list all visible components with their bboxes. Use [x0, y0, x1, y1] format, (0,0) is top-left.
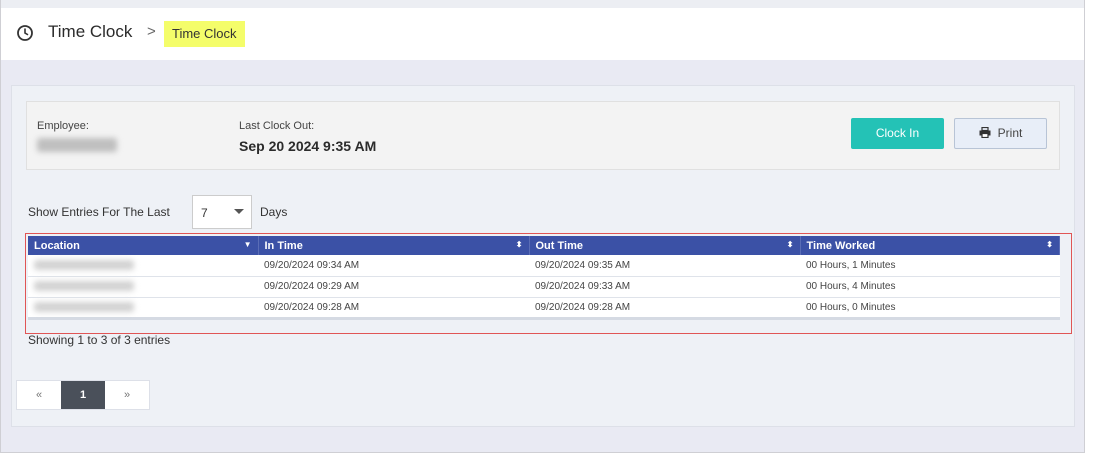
- page-header: Time Clock > Time Clock: [1, 8, 1084, 60]
- location-cell-redacted: [28, 296, 258, 320]
- employee-name-redacted: [37, 138, 117, 152]
- table-header-row: Location ▼ In Time ⬍ Out Time ⬍ Time Worked…: [28, 236, 1060, 255]
- printer-icon: [979, 127, 991, 138]
- print-button-label: Print: [997, 126, 1023, 140]
- location-cell-redacted: [28, 255, 258, 276]
- top-strip: [1, 0, 1084, 8]
- in-time-cell: 09/20/2024 09:28 AM: [258, 296, 529, 320]
- page-title: Time Clock: [48, 22, 133, 41]
- print-button[interactable]: Print: [954, 118, 1047, 149]
- sort-desc-icon: ▼: [243, 240, 252, 249]
- days-select-value: 7: [201, 206, 208, 220]
- sort-icon: ⬍: [786, 240, 794, 249]
- pagination-prev-button[interactable]: «: [17, 381, 61, 409]
- sort-icon: ⬍: [1046, 240, 1053, 249]
- sort-icon: ⬍: [515, 240, 523, 249]
- table-row: 09/20/2024 09:34 AM 09/20/2024 09:35 AM …: [28, 255, 1060, 276]
- column-header-in-time[interactable]: In Time ⬍: [258, 236, 530, 255]
- pagination: « 1 »: [16, 380, 150, 410]
- column-header-time-worked[interactable]: Time Worked ⬍: [800, 236, 1060, 255]
- in-time-cell: 09/20/2024 09:29 AM: [258, 275, 529, 297]
- time-worked-cell: 00 Hours, 1 Minutes: [806, 259, 896, 271]
- days-select[interactable]: 7: [192, 195, 252, 229]
- employee-panel: Employee: Last Clock Out: Sep 20 2024 9:…: [26, 101, 1060, 170]
- time-worked-cell: 00 Hours, 4 Minutes: [800, 275, 1060, 297]
- out-time-cell: 09/20/2024 09:28 AM: [529, 296, 800, 320]
- pagination-next-button[interactable]: »: [105, 381, 149, 409]
- breadcrumb-chevron-icon: >: [147, 23, 156, 40]
- employee-label: Employee:: [37, 120, 89, 132]
- pagination-page-1[interactable]: 1: [61, 381, 105, 409]
- showing-entries-text: Showing 1 to 3 of 3 entries: [28, 333, 171, 347]
- app-frame: Time Clock > Time Clock Employee: Last C…: [0, 0, 1085, 453]
- table-row: 09/20/2024 09:28 AM 09/20/2024 09:28 AM …: [28, 296, 1060, 320]
- time-worked-cell: 00 Hours, 0 Minutes: [800, 296, 1060, 320]
- days-label: Days: [260, 205, 288, 219]
- location-cell-redacted: [28, 275, 258, 297]
- last-clock-out-label: Last Clock Out:: [239, 120, 315, 132]
- in-time-cell: 09/20/2024 09:34 AM: [264, 259, 360, 271]
- clock-in-button[interactable]: Clock In: [851, 118, 944, 149]
- last-clock-out-value: Sep 20 2024 9:35 AM: [239, 138, 377, 154]
- out-time-cell: 09/20/2024 09:33 AM: [529, 275, 800, 297]
- time-entries-table: Location ▼ In Time ⬍ Out Time ⬍ Time Worked…: [28, 236, 1060, 320]
- out-time-cell: 09/20/2024 09:35 AM: [535, 259, 631, 271]
- table-row: 09/20/2024 09:29 AM 09/20/2024 09:33 AM …: [28, 275, 1060, 297]
- breadcrumb-current: Time Clock: [164, 21, 245, 47]
- time-clock-card: Employee: Last Clock Out: Sep 20 2024 9:…: [11, 85, 1075, 427]
- caret-down-icon: [234, 209, 244, 214]
- column-header-out-time[interactable]: Out Time ⬍: [529, 236, 801, 255]
- show-entries-label: Show Entries For The Last: [28, 205, 170, 219]
- column-header-location[interactable]: Location ▼: [28, 236, 259, 255]
- clock-icon: [17, 25, 33, 41]
